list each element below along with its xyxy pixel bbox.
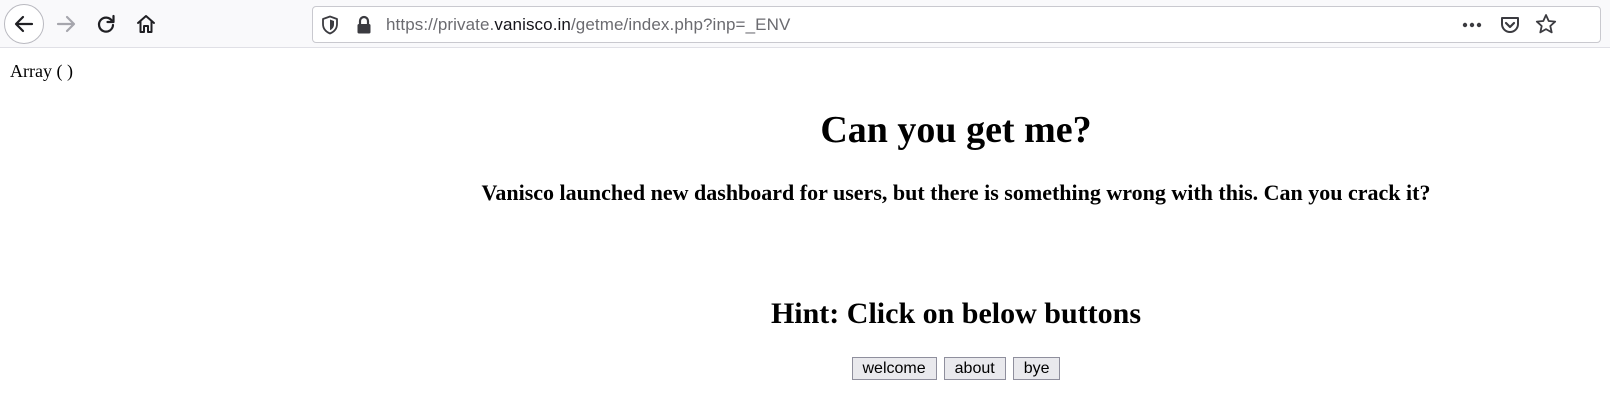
url-prefix: https://private. [386, 15, 495, 34]
bye-button[interactable]: bye [1012, 357, 1061, 380]
pocket-icon [1501, 17, 1519, 33]
page-actions-button[interactable] [1461, 14, 1483, 41]
tracking-protection-button[interactable] [321, 15, 339, 40]
star-icon [1535, 14, 1557, 34]
reload-button[interactable] [86, 4, 126, 44]
browser-toolbar: https://private.vanisco.in/getme/index.p… [0, 0, 1610, 48]
address-bar[interactable]: https://private.vanisco.in/getme/index.p… [312, 6, 1601, 43]
back-button[interactable] [4, 4, 44, 44]
back-arrow-icon [14, 15, 34, 33]
hint-text: Hint: Click on below buttons [770, 297, 1142, 330]
forward-arrow-icon [56, 15, 76, 33]
welcome-button[interactable]: welcome [851, 357, 937, 380]
home-icon [137, 15, 155, 33]
url-text[interactable]: https://private.vanisco.in/getme/index.p… [386, 15, 790, 35]
page-title: Can you get me? [820, 109, 1092, 151]
more-dots-icon [1462, 22, 1482, 28]
home-button[interactable] [126, 4, 166, 44]
url-suffix: /getme/index.php?inp=_ENV [570, 15, 791, 34]
array-output: Array ( ) [10, 61, 73, 81]
shield-icon [322, 15, 338, 35]
bookmark-button[interactable] [1535, 13, 1557, 40]
save-to-pocket-button[interactable] [1499, 14, 1521, 41]
lock-icon [357, 15, 371, 34]
site-security-button[interactable] [355, 15, 373, 40]
button-row: welcome about bye [250, 357, 1610, 380]
reload-icon [97, 14, 115, 33]
page-description: Vanisco launched new dashboard for users… [481, 180, 1431, 205]
url-host: vanisco.in [494, 15, 571, 34]
about-button[interactable]: about [943, 357, 1006, 380]
forward-button[interactable] [46, 4, 86, 44]
